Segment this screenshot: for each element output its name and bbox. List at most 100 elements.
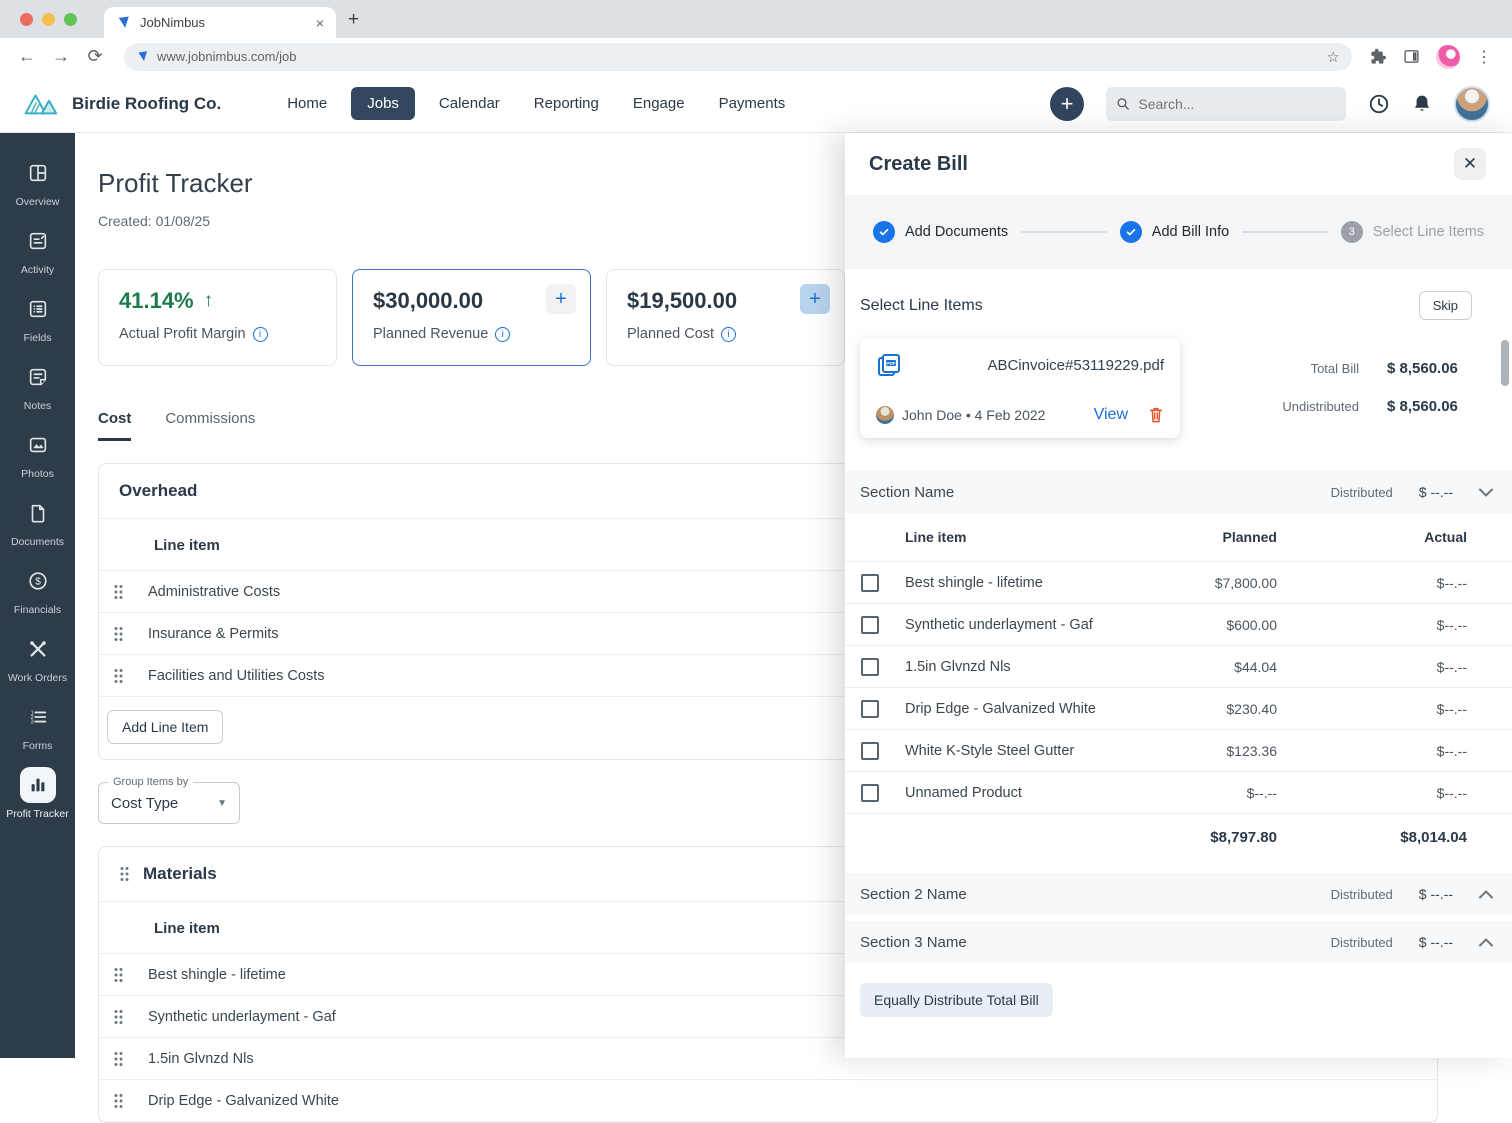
- attached-document-card: PDF ABCinvoice#53119229.pdf John Doe • 4…: [860, 338, 1180, 438]
- info-icon[interactable]: i: [721, 326, 737, 342]
- sidebar-item-work-orders[interactable]: Work Orders: [0, 631, 75, 684]
- line-items-table-header: Line item Planned Actual: [905, 529, 1467, 545]
- planned-revenue-label: Planned Revenue: [373, 326, 489, 342]
- bill-totals: Total Bill $ 8,560.06 Undistributed $ 8,56…: [1282, 338, 1467, 415]
- step-add-bill-info[interactable]: Add Bill Info: [1119, 221, 1229, 243]
- line-item-checkbox[interactable]: [861, 699, 879, 718]
- history-clock-icon[interactable]: [1368, 93, 1390, 115]
- section-2-header[interactable]: Section 2 Name Distributed $ --.--: [845, 873, 1512, 915]
- planned-cost-label: Planned Cost: [627, 326, 715, 342]
- drag-handle-icon[interactable]: [113, 1093, 123, 1109]
- sidebar-item-activity[interactable]: Activity: [0, 223, 75, 276]
- svg-text:$: $: [35, 577, 41, 588]
- global-search[interactable]: [1106, 86, 1346, 121]
- nav-home[interactable]: Home: [277, 87, 337, 120]
- step-connector: [1242, 231, 1328, 233]
- sidebar-item-profit-tracker[interactable]: Profit Tracker: [0, 767, 75, 820]
- drawer-scrollbar[interactable]: [1501, 340, 1509, 386]
- section-header[interactable]: Section Name Distributed $ --.--: [845, 471, 1512, 513]
- browser-profile-avatar[interactable]: [1436, 44, 1460, 69]
- tab-commissions[interactable]: Commissions: [165, 410, 255, 441]
- planned-cost-value: $19,500.00: [627, 288, 738, 313]
- step-check-icon: [1119, 221, 1142, 243]
- reload-icon[interactable]: ⟳: [82, 46, 108, 67]
- info-icon[interactable]: i: [495, 326, 511, 342]
- close-window-button[interactable]: [20, 13, 33, 26]
- uploader-avatar: [876, 406, 894, 424]
- drag-handle-icon[interactable]: [113, 967, 123, 983]
- line-item-row: Drip Edge - Galvanized White $230.40 $--…: [845, 687, 1512, 729]
- section-3-header[interactable]: Section 3 Name Distributed $ --.--: [845, 921, 1512, 963]
- sidebar-item-documents[interactable]: Documents: [0, 495, 75, 548]
- global-add-button[interactable]: +: [1050, 86, 1084, 121]
- forward-icon[interactable]: →: [48, 46, 74, 67]
- sidebar-item-overview[interactable]: Overview: [0, 155, 75, 208]
- nav-calendar[interactable]: Calendar: [429, 87, 510, 120]
- planned-total: $8,797.80: [1210, 829, 1277, 846]
- sidebar-item-photos[interactable]: Photos: [0, 427, 75, 480]
- search-icon: [1117, 97, 1130, 110]
- sidebar-item-notes[interactable]: Notes: [0, 359, 75, 412]
- window-controls[interactable]: [20, 13, 77, 26]
- materials-row: Drip Edge - Galvanized White: [99, 1080, 1437, 1122]
- nav-engage[interactable]: Engage: [623, 87, 695, 120]
- total-bill-value: $ 8,560.06: [1387, 360, 1458, 377]
- tab-close-icon[interactable]: ×: [316, 15, 324, 31]
- equally-distribute-button[interactable]: Equally Distribute Total Bill: [860, 983, 1053, 1017]
- line-item-row: White K-Style Steel Gutter $123.36 $--.-…: [845, 729, 1512, 771]
- browser-tab[interactable]: JobNimbus ×: [104, 7, 336, 38]
- close-icon[interactable]: ✕: [1454, 148, 1486, 180]
- nav-reporting[interactable]: Reporting: [524, 87, 609, 120]
- info-icon[interactable]: i: [252, 326, 268, 342]
- fields-icon: [20, 291, 56, 327]
- line-item-checkbox[interactable]: [861, 783, 879, 802]
- drag-handle-icon[interactable]: [113, 1051, 123, 1067]
- jobnimbus-favicon: [118, 16, 129, 28]
- chevron-up-icon[interactable]: [1479, 937, 1493, 947]
- search-input[interactable]: [1138, 95, 1336, 112]
- step-number: 3: [1340, 221, 1363, 243]
- drag-handle-icon[interactable]: [113, 1009, 123, 1025]
- profit-tracker-icon: [19, 767, 56, 803]
- sidebar-item-financials[interactable]: $ Financials: [0, 563, 75, 616]
- minimize-window-button[interactable]: [42, 13, 55, 26]
- back-icon[interactable]: ←: [14, 46, 40, 67]
- maximize-window-button[interactable]: [64, 13, 77, 26]
- trend-up-icon: ↑: [203, 290, 214, 311]
- add-cost-button[interactable]: +: [800, 284, 830, 314]
- extensions-icon[interactable]: [1370, 48, 1387, 65]
- drag-handle-icon[interactable]: [113, 584, 123, 600]
- line-item-checkbox[interactable]: [861, 741, 879, 760]
- tab-cost[interactable]: Cost: [98, 410, 132, 441]
- side-panel-icon[interactable]: [1403, 48, 1420, 65]
- drag-handle-icon[interactable]: [119, 866, 129, 882]
- drag-handle-icon[interactable]: [113, 668, 123, 684]
- nav-jobs[interactable]: Jobs: [351, 87, 415, 120]
- step-add-documents[interactable]: Add Documents: [873, 221, 1008, 243]
- notifications-bell-icon[interactable]: [1412, 93, 1432, 115]
- nav-payments[interactable]: Payments: [709, 87, 796, 120]
- add-revenue-button[interactable]: +: [546, 284, 576, 314]
- new-tab-button[interactable]: +: [348, 9, 359, 31]
- line-item-checkbox[interactable]: [861, 615, 879, 634]
- drag-handle-icon[interactable]: [113, 626, 123, 642]
- delete-file-trash-icon[interactable]: [1148, 406, 1164, 424]
- svg-text:PDF: PDF: [886, 361, 895, 366]
- view-file-link[interactable]: View: [1094, 406, 1128, 424]
- chevron-down-icon[interactable]: [1479, 488, 1493, 497]
- step-select-line-items[interactable]: 3 Select Line Items: [1340, 221, 1484, 243]
- add-line-item-button[interactable]: Add Line Item: [107, 710, 224, 744]
- user-avatar[interactable]: [1454, 85, 1490, 122]
- chevron-up-icon[interactable]: [1479, 889, 1493, 899]
- line-item-checkbox[interactable]: [861, 657, 879, 676]
- sidebar-item-fields[interactable]: Fields: [0, 291, 75, 344]
- work-orders-icon: [20, 631, 56, 667]
- line-item-checkbox[interactable]: [861, 573, 879, 592]
- workspace: Overview Activity Fields Notes Photos Do…: [0, 133, 1512, 1123]
- group-items-by-select[interactable]: Group Items by Cost Type ▼: [98, 776, 240, 824]
- bookmark-star-icon[interactable]: ☆: [1327, 48, 1340, 66]
- address-bar[interactable]: www.jobnimbus.com/job ☆: [124, 42, 1352, 71]
- browser-menu-icon[interactable]: ⋮: [1476, 47, 1492, 67]
- skip-button[interactable]: Skip: [1418, 291, 1472, 320]
- sidebar-item-forms[interactable]: 123 Forms: [0, 699, 75, 752]
